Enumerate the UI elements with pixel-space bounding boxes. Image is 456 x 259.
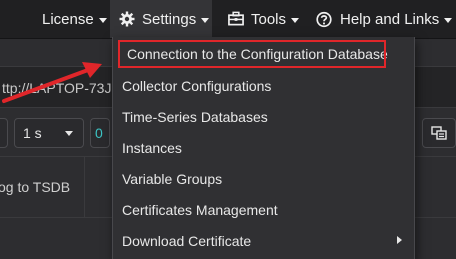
layout-icon bbox=[431, 126, 447, 140]
nav-help-label: Help and Links bbox=[340, 10, 440, 28]
nav-license[interactable]: License bbox=[42, 0, 107, 38]
app-root: ttp://LAPTOP-73J 1 s 0 og to TSDB Licens bbox=[0, 0, 456, 259]
settings-dropdown-menu: Connection to the Configuration Database… bbox=[112, 37, 415, 259]
nav-license-label: License bbox=[42, 10, 94, 28]
chevron-down-icon bbox=[201, 17, 210, 23]
menu-item-label: Variable Groups bbox=[122, 170, 223, 187]
nav-tools[interactable]: Tools bbox=[228, 0, 300, 38]
menu-item-label: Certificates Management bbox=[122, 201, 278, 218]
chevron-down-icon bbox=[291, 17, 300, 23]
panel-cell-tsdb[interactable]: og to TSDB bbox=[0, 157, 85, 217]
nav-tools-label: Tools bbox=[251, 10, 287, 28]
menu-item-connection-config-db[interactable]: Connection to the Configuration Database bbox=[118, 40, 388, 68]
nav-settings[interactable]: Settings bbox=[110, 0, 212, 38]
interval-select[interactable]: 1 s bbox=[14, 118, 84, 148]
menu-item-collector-configurations[interactable]: Collector Configurations bbox=[113, 70, 414, 101]
menu-item-time-series-databases[interactable]: Time-Series Databases bbox=[113, 101, 414, 132]
chevron-down-icon bbox=[65, 131, 73, 136]
menu-item-label: Instances bbox=[122, 139, 182, 156]
menu-item-download-certificate[interactable]: Download Certificate bbox=[113, 225, 414, 256]
interval-select-value: 1 s bbox=[23, 125, 42, 141]
menu-item-instances[interactable]: Instances bbox=[113, 132, 414, 163]
menu-item-label: Time-Series Databases bbox=[122, 108, 268, 125]
teal-value-field[interactable]: 0 bbox=[90, 118, 110, 148]
nav-help[interactable]: Help and Links bbox=[316, 0, 453, 38]
menu-item-label: Collector Configurations bbox=[122, 77, 272, 94]
top-navbar: License Settings Tools Help and Links bbox=[0, 0, 456, 39]
menu-item-certificates-management[interactable]: Certificates Management bbox=[113, 194, 414, 225]
menu-item-label: Download Certificate bbox=[122, 232, 252, 249]
chevron-right-icon bbox=[397, 236, 402, 244]
gear-icon bbox=[119, 11, 135, 27]
menu-item-label: Connection to the Configuration Database bbox=[127, 46, 388, 62]
control-box-left[interactable] bbox=[0, 118, 8, 148]
toolbox-icon bbox=[228, 11, 244, 27]
help-circle-icon bbox=[316, 11, 332, 28]
url-input[interactable]: ttp://LAPTOP-73J bbox=[0, 73, 122, 103]
chevron-down-icon bbox=[98, 17, 107, 23]
panel-cell-label: og to TSDB bbox=[0, 179, 71, 195]
chevron-down-icon bbox=[444, 17, 453, 23]
menu-item-variable-groups[interactable]: Variable Groups bbox=[113, 163, 414, 194]
layout-button[interactable] bbox=[422, 118, 456, 148]
nav-settings-label: Settings bbox=[142, 10, 197, 28]
teal-value: 0 bbox=[95, 125, 103, 141]
